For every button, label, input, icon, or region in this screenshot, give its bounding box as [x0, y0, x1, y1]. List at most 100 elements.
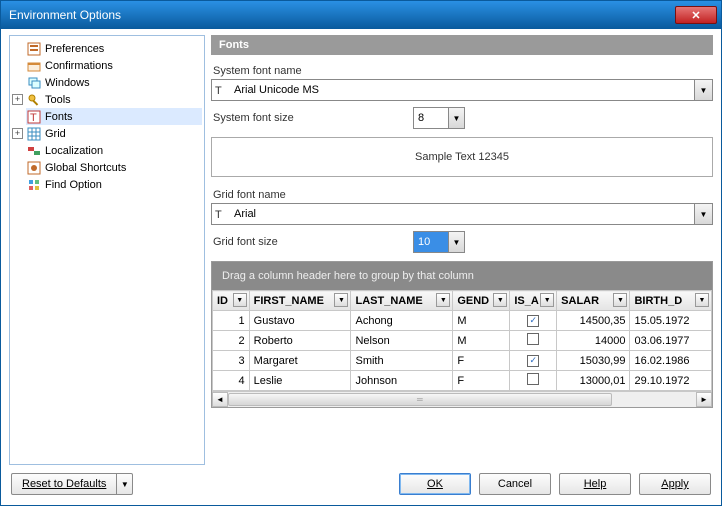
table-cell — [510, 371, 557, 391]
column-header[interactable]: ID▼ — [213, 291, 250, 311]
tree-item-preferences[interactable]: Preferences — [26, 40, 202, 57]
table-cell: 1 — [213, 311, 250, 331]
chevron-down-icon[interactable]: ▼ — [694, 204, 712, 224]
help-button[interactable]: Help — [559, 473, 631, 495]
table-cell — [510, 331, 557, 351]
tree-item-find-option[interactable]: Find Option — [26, 176, 202, 193]
reset-defaults-button[interactable]: Reset to Defaults — [11, 473, 117, 495]
table-cell: F — [453, 351, 510, 371]
window-title: Environment Options — [9, 8, 675, 22]
table-cell: Gustavo — [249, 311, 351, 331]
sample-text: Sample Text 12345 — [211, 137, 713, 177]
table-row[interactable]: 3MargaretSmithF✓15030,9916.02.1986 — [213, 351, 712, 371]
combo-value: Arial Unicode MS — [230, 84, 694, 96]
grid-font-size-input[interactable] — [413, 231, 449, 253]
expand-icon[interactable]: + — [12, 94, 23, 105]
button-label: Help — [584, 478, 607, 490]
table-cell: 14000 — [557, 331, 630, 351]
tree-item-localization[interactable]: Localization — [26, 142, 202, 159]
table-cell: 4 — [213, 371, 250, 391]
windows-icon — [26, 75, 42, 91]
checkbox[interactable]: ✓ — [527, 355, 539, 367]
tree-item-grid[interactable]: + Grid — [12, 125, 202, 142]
tree-item-global-shortcuts[interactable]: Global Shortcuts — [26, 159, 202, 176]
tree-item-confirmations[interactable]: Confirmations — [26, 57, 202, 74]
tools-icon — [26, 92, 42, 108]
apply-button[interactable]: Apply — [639, 473, 711, 495]
ok-button[interactable]: OK — [399, 473, 471, 495]
table-cell: Nelson — [351, 331, 453, 351]
expand-icon[interactable]: + — [12, 128, 23, 139]
tree-label: Global Shortcuts — [45, 162, 126, 174]
system-font-size-input[interactable] — [413, 107, 449, 129]
chevron-down-icon[interactable]: ▼ — [449, 231, 465, 253]
scroll-right-icon[interactable]: ► — [696, 392, 712, 407]
nav-tree: Preferences Confirmations Windows + Tool… — [9, 35, 205, 465]
titlebar: Environment Options ✕ — [1, 1, 721, 29]
column-header[interactable]: GEND▼ — [453, 291, 510, 311]
chevron-down-icon[interactable]: ▼ — [117, 473, 133, 495]
tree-label: Preferences — [45, 43, 104, 55]
body: Preferences Confirmations Windows + Tool… — [1, 29, 721, 467]
scroll-track[interactable]: ═ — [228, 392, 696, 407]
checkbox[interactable]: ✓ — [527, 315, 539, 327]
grid-icon — [26, 126, 42, 142]
column-header[interactable]: IS_A▼ — [510, 291, 557, 311]
button-label: Reset to Defaults — [22, 478, 106, 490]
table-cell: 2 — [213, 331, 250, 351]
table-cell: 15.05.1972 — [630, 311, 712, 331]
scroll-thumb[interactable]: ═ — [228, 393, 612, 406]
filter-icon[interactable]: ▼ — [613, 293, 627, 307]
button-label: Cancel — [498, 478, 532, 490]
horizontal-scrollbar[interactable]: ◄ ═ ► — [212, 391, 712, 407]
window: Environment Options ✕ Preferences Confir… — [0, 0, 722, 506]
table-row[interactable]: 1GustavoAchongM✓14500,3515.05.1972 — [213, 311, 712, 331]
combo-value: Arial — [230, 208, 694, 220]
system-font-name-select[interactable]: T Arial Unicode MS ▼ — [211, 79, 713, 101]
close-button[interactable]: ✕ — [675, 6, 717, 24]
table-cell: ✓ — [510, 311, 557, 331]
grid-table: ID▼FIRST_NAME▼LAST_NAME▼GEND▼IS_A▼SALAR▼… — [212, 290, 712, 391]
tree-label: Windows — [45, 77, 90, 89]
cancel-button[interactable]: Cancel — [479, 473, 551, 495]
svg-text:T: T — [215, 85, 222, 96]
tree-item-tools[interactable]: + Tools — [12, 91, 202, 108]
close-icon: ✕ — [691, 9, 700, 22]
checkbox[interactable] — [527, 373, 539, 385]
chevron-down-icon[interactable]: ▼ — [449, 107, 465, 129]
table-cell: ✓ — [510, 351, 557, 371]
table-cell: Roberto — [249, 331, 351, 351]
reset-defaults-splitbutton[interactable]: Reset to Defaults ▼ — [11, 473, 133, 495]
grid-font-name-select[interactable]: T Arial ▼ — [211, 203, 713, 225]
column-header[interactable]: SALAR▼ — [557, 291, 630, 311]
group-panel[interactable]: Drag a column header here to group by th… — [212, 262, 712, 290]
column-header[interactable]: BIRTH_D▼ — [630, 291, 712, 311]
chevron-down-icon[interactable]: ▼ — [694, 80, 712, 100]
filter-icon[interactable]: ▼ — [233, 293, 247, 307]
scroll-left-icon[interactable]: ◄ — [212, 392, 228, 407]
table-cell: 3 — [213, 351, 250, 371]
system-font-size-label: System font size — [213, 112, 403, 124]
system-font-size-stepper[interactable]: ▼ — [413, 107, 465, 129]
filter-icon[interactable]: ▼ — [695, 293, 709, 307]
table-cell: 13000,01 — [557, 371, 630, 391]
tree-item-fonts[interactable]: T Fonts — [26, 108, 202, 125]
checkbox[interactable] — [527, 333, 539, 345]
column-header[interactable]: LAST_NAME▼ — [351, 291, 453, 311]
filter-icon[interactable]: ▼ — [493, 293, 507, 307]
font-icon: T — [212, 84, 230, 96]
table-row[interactable]: 4LeslieJohnsonF13000,0129.10.1972 — [213, 371, 712, 391]
localization-icon — [26, 143, 42, 159]
filter-icon[interactable]: ▼ — [334, 293, 348, 307]
svg-text:T: T — [30, 112, 37, 124]
settings-panel: Fonts System font name T Arial Unicode M… — [211, 35, 713, 465]
grid-font-size-stepper[interactable]: ▼ — [413, 231, 465, 253]
filter-icon[interactable]: ▼ — [540, 293, 554, 307]
table-cell: Margaret — [249, 351, 351, 371]
table-cell: Johnson — [351, 371, 453, 391]
table-row[interactable]: 2RobertoNelsonM1400003.06.1977 — [213, 331, 712, 351]
filter-icon[interactable]: ▼ — [436, 293, 450, 307]
tree-item-windows[interactable]: Windows — [26, 74, 202, 91]
column-header[interactable]: FIRST_NAME▼ — [249, 291, 351, 311]
table-cell: F — [453, 371, 510, 391]
